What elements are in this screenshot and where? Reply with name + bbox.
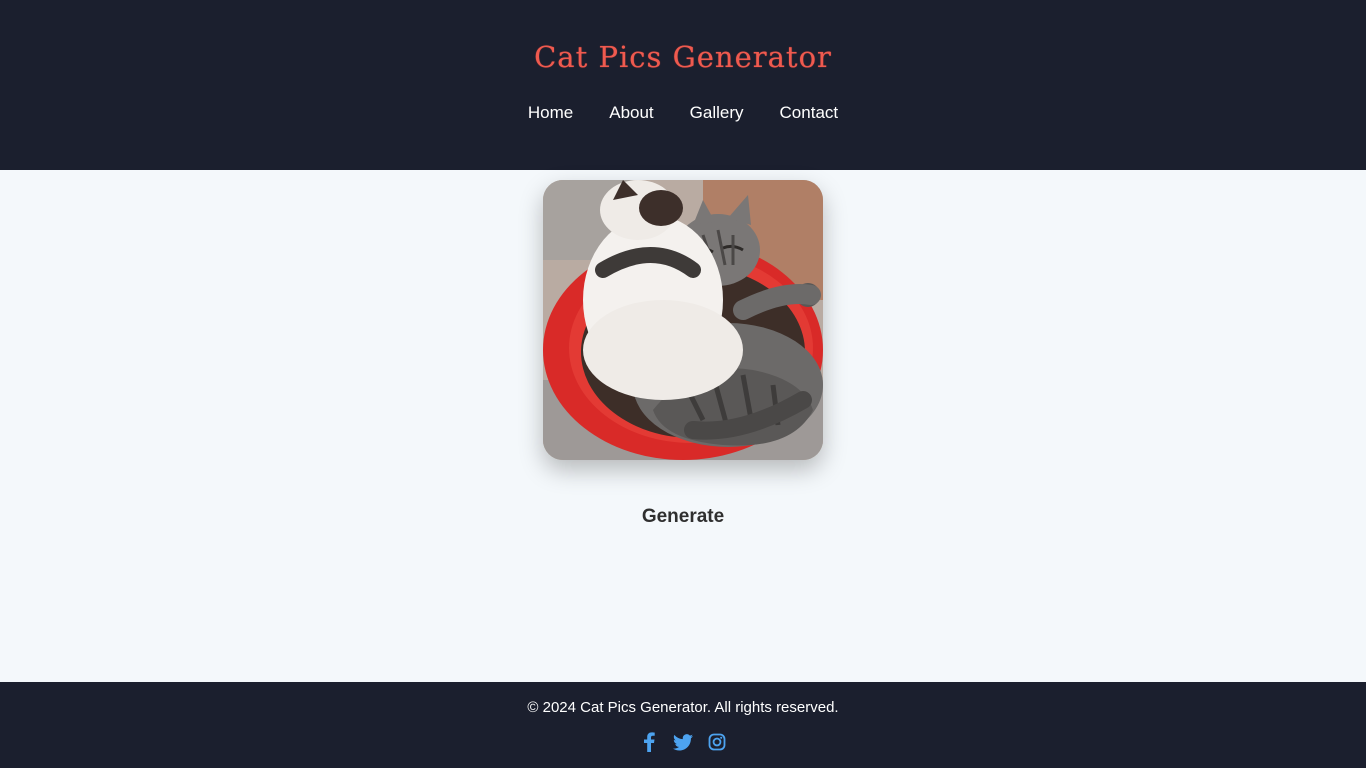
main-nav: Home About Gallery Contact	[0, 101, 1366, 125]
main-content: Generate	[0, 170, 1366, 682]
copyright-text: © 2024 Cat Pics Generator. All rights re…	[527, 699, 839, 716]
social-links	[0, 732, 1366, 752]
site-header: Cat Pics Generator Home About Gallery Co…	[0, 0, 1366, 170]
nav-about-link[interactable]: About	[609, 101, 653, 125]
nav-contact-link[interactable]: Contact	[780, 101, 839, 125]
twitter-icon[interactable]	[673, 732, 693, 752]
nav-home-link[interactable]: Home	[528, 101, 573, 125]
nav-gallery-link[interactable]: Gallery	[690, 101, 744, 125]
cat-image	[543, 180, 823, 460]
facebook-icon[interactable]	[639, 732, 659, 752]
instagram-icon[interactable]	[707, 732, 727, 752]
site-title: Cat Pics Generator	[534, 40, 832, 74]
site-footer: © 2024 Cat Pics Generator. All rights re…	[0, 682, 1366, 768]
generate-button[interactable]: Generate	[603, 502, 763, 532]
